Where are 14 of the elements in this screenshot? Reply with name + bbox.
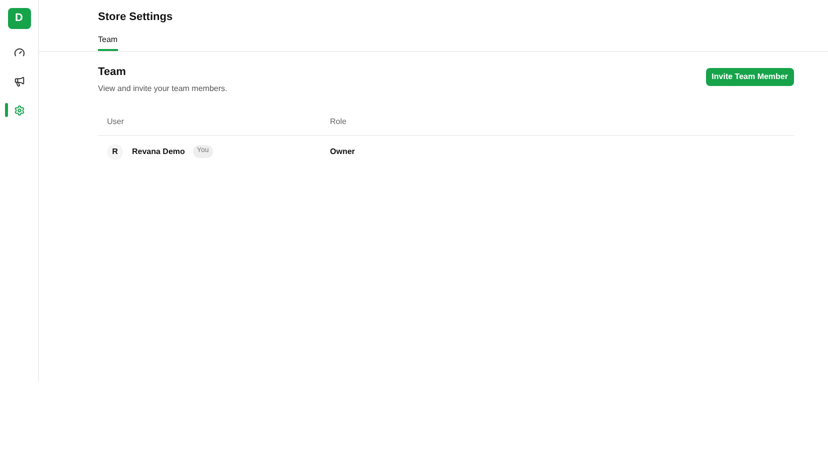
store-logo[interactable]: D bbox=[8, 8, 30, 29]
user-name: Revana Demo bbox=[132, 146, 185, 158]
section-title: Team bbox=[98, 64, 126, 80]
page-title: Store Settings bbox=[98, 10, 173, 25]
column-header: Role bbox=[330, 117, 346, 126]
settings-icon bbox=[14, 104, 24, 116]
column-header: User bbox=[107, 117, 124, 126]
user-avatar: R bbox=[107, 144, 123, 160]
user-role: Owner bbox=[330, 146, 355, 156]
section-description: View and invite your team members. bbox=[98, 83, 228, 95]
gauge-icon bbox=[14, 46, 24, 58]
megaphone-icon bbox=[14, 76, 24, 86]
invite-button[interactable]: Invite Team Member bbox=[706, 68, 794, 86]
tab[interactable]: Team bbox=[98, 34, 118, 50]
